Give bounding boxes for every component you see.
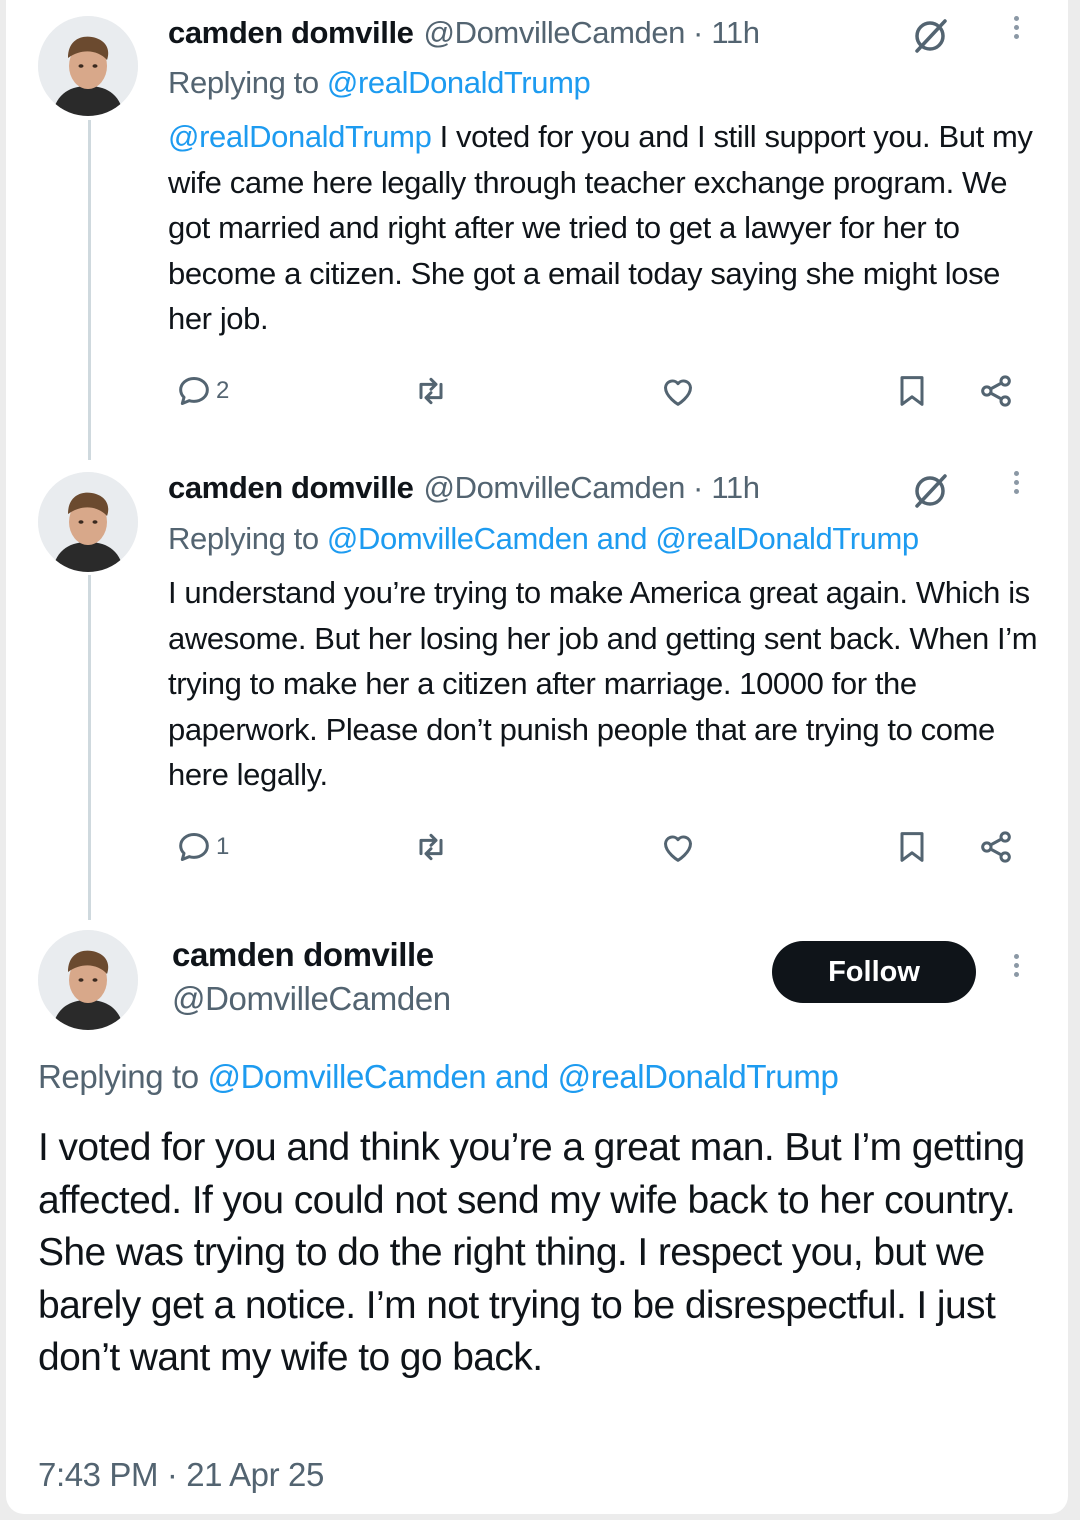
thread-line — [88, 575, 91, 920]
display-name[interactable]: camden domville — [168, 15, 414, 51]
replying-prefix: Replying to — [168, 521, 319, 556]
reply-count: 1 — [216, 833, 230, 860]
replying-to: Replying to @DomvilleCamden and @realDon… — [38, 1058, 839, 1096]
replying-mentions[interactable]: @DomvilleCamden and @realDonaldTrump — [327, 521, 919, 556]
tweet-time[interactable]: 11h — [711, 470, 760, 506]
replying-prefix: Replying to — [168, 65, 319, 100]
share-button[interactable] — [976, 366, 1016, 416]
reply-button[interactable]: 2 — [174, 366, 229, 416]
replying-to: Replying to @realDonaldTrump — [168, 60, 591, 106]
user-handle[interactable]: @DomvilleCamden — [172, 980, 451, 1018]
tweet-text: @realDonaldTrump I voted for you and I s… — [168, 114, 1048, 342]
share-icon — [981, 375, 1011, 407]
repost-button[interactable] — [411, 366, 451, 416]
bookmark-button[interactable] — [892, 366, 932, 416]
user-handle[interactable]: @DomvilleCamden — [424, 470, 686, 506]
replying-to: Replying to @DomvilleCamden and @realDon… — [168, 516, 919, 562]
replying-prefix: Replying to — [38, 1058, 199, 1095]
bookmark-icon — [900, 376, 924, 406]
more-icon[interactable] — [1009, 12, 1023, 52]
repost-icon — [419, 377, 443, 405]
body-text: I understand you’re trying to make Ameri… — [168, 575, 1038, 792]
avatar[interactable] — [38, 930, 138, 1030]
more-icon[interactable] — [1009, 950, 1023, 990]
display-name[interactable]: camden domville — [168, 470, 414, 506]
tweet-time[interactable]: 11h — [711, 15, 760, 51]
like-button[interactable] — [658, 366, 698, 416]
tweet-timestamp[interactable]: 7:43 PM · 21 Apr 25 — [38, 1456, 324, 1494]
thread-view: camden domville @DomvilleCamden · 11h Re… — [6, 0, 1068, 1514]
more-icon[interactable] — [1009, 467, 1023, 507]
heart-icon — [664, 835, 692, 862]
replying-mentions[interactable]: @realDonaldTrump — [327, 65, 591, 100]
action-bar: 2 — [168, 366, 1028, 416]
grok-icon[interactable] — [908, 14, 952, 58]
bookmark-button[interactable] — [892, 822, 932, 872]
share-icon — [981, 831, 1011, 863]
grok-icon[interactable] — [908, 469, 952, 513]
user-handle[interactable]: @DomvilleCamden — [424, 15, 686, 51]
avatar[interactable] — [38, 16, 138, 116]
like-button[interactable] — [658, 822, 698, 872]
thread-line — [88, 120, 91, 460]
repost-button[interactable] — [411, 822, 451, 872]
reply-button[interactable]: 1 — [174, 822, 229, 872]
reply-icon — [179, 377, 209, 405]
heart-icon — [664, 379, 692, 406]
tweet-header: camden domville @DomvilleCamden · 11h — [168, 10, 760, 56]
reply-icon — [179, 833, 209, 861]
separator-dot: · — [693, 470, 704, 505]
tweet-header: camden domville @DomvilleCamden · 11h — [168, 465, 760, 511]
display-name[interactable]: camden domville — [172, 936, 434, 974]
repost-icon — [419, 833, 443, 861]
tweet-text: I voted for you and think you’re a great… — [38, 1126, 1025, 1379]
separator-dot: · — [693, 15, 704, 50]
follow-button[interactable]: Follow — [772, 941, 976, 1003]
body-mention[interactable]: @realDonaldTrump — [168, 119, 432, 154]
tweet-text: I understand you’re trying to make Ameri… — [168, 570, 1048, 798]
share-button[interactable] — [976, 822, 1016, 872]
action-bar: 1 — [168, 822, 1028, 872]
reply-count: 2 — [216, 377, 230, 404]
replying-mentions[interactable]: @DomvilleCamden and @realDonaldTrump — [207, 1058, 838, 1095]
avatar[interactable] — [38, 472, 138, 572]
bookmark-icon — [900, 832, 924, 862]
